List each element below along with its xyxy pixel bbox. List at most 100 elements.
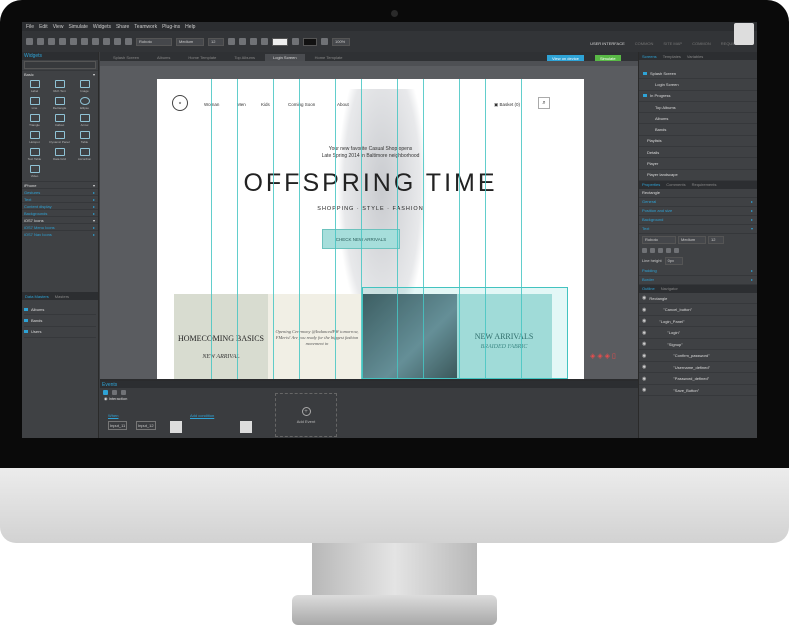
nav-men[interactable]: Men (237, 102, 246, 107)
menu-help[interactable]: Help (185, 24, 195, 30)
outline-login[interactable]: ◉ "Login" (639, 327, 757, 339)
prop-font-select[interactable]: Roboto (642, 235, 676, 244)
category-text[interactable]: Text ▸ (22, 195, 98, 202)
crop-icon[interactable] (125, 38, 132, 45)
italic-icon[interactable] (650, 247, 655, 253)
menu-simulate[interactable]: Simulate (68, 24, 87, 30)
input-11-chip[interactable]: Input_11 (108, 421, 128, 430)
tab-requirements[interactable]: Requirements (692, 182, 717, 187)
tab-templates[interactable]: Templates (663, 54, 681, 59)
category-iphone[interactable]: iPhone ▾ (22, 181, 98, 188)
nav-kids[interactable]: Kids (261, 102, 270, 107)
quote-panel[interactable]: Opening Ceremony @IndancedFW tomorrow, F… (268, 294, 362, 379)
screen-top-albums[interactable]: Top Albums (639, 102, 757, 114)
outline-cancel-button[interactable]: ◉ "Cancel_button" (639, 304, 757, 316)
design-page[interactable]: ✿ Woman Men Kids Coming Soon About ▣ Bas… (157, 79, 584, 379)
redo-icon[interactable] (70, 38, 77, 45)
widget-image[interactable]: Image (72, 80, 97, 93)
add-condition-link[interactable]: Add condition (190, 413, 214, 418)
screen-in-progress[interactable]: In Progress (639, 91, 757, 102)
widget-triangle[interactable]: Triangle (22, 114, 47, 127)
widget-hotspot[interactable]: Hotspot (22, 131, 47, 144)
menu-share[interactable]: Share (116, 24, 129, 30)
tab-comments[interactable]: Comments (666, 182, 685, 187)
underline-icon[interactable] (250, 38, 257, 45)
widget-accordion[interactable]: Accordion (72, 148, 97, 161)
category-backgrounds[interactable]: Backgrounds ▸ (22, 209, 98, 216)
category-ios7-nav-icons[interactable]: iOS7 Nav Icons ▸ (22, 230, 98, 237)
outline-password-defined[interactable]: ◉ "Password_defined" (639, 373, 757, 385)
widget-callout[interactable]: Callout (47, 114, 72, 127)
basic-category[interactable]: Basic ▾ (22, 70, 98, 77)
when-link[interactable]: When (108, 413, 118, 418)
category-ios7-icons[interactable]: iOS7 Icons ▾ (22, 216, 98, 223)
doc-tab-login-screen[interactable]: Login Screen (265, 54, 305, 61)
screen-playlists[interactable]: Playlists (639, 136, 757, 148)
search-icon[interactable]: ⌕ (538, 97, 550, 109)
widget-dynamic-panel[interactable]: Dynamic Panel (47, 131, 72, 144)
category-content-display[interactable]: Content display ▸ (22, 202, 98, 209)
align-icon[interactable] (261, 38, 268, 45)
action-icon[interactable] (170, 421, 182, 433)
nav-about[interactable]: About (337, 102, 349, 107)
widget-rich-text[interactable]: Rich Text (47, 80, 72, 93)
action-icon[interactable] (240, 421, 252, 433)
data-item-users[interactable]: Users (24, 327, 96, 338)
bold-icon[interactable] (228, 38, 235, 45)
align-right-icon[interactable] (674, 247, 679, 253)
menu-view[interactable]: View (53, 24, 64, 30)
italic-icon[interactable] (239, 38, 246, 45)
shadow-icon[interactable] (321, 38, 328, 45)
prop-background[interactable]: Background ▸ (639, 216, 757, 225)
avatar[interactable] (734, 23, 754, 45)
cut-icon[interactable] (81, 38, 88, 45)
device-rotate-icons[interactable]: ◈ ◈ ◈ ▯ (590, 352, 616, 360)
add-event-button[interactable]: + Add Event (275, 393, 337, 437)
screen-splash[interactable]: Splash Screen (639, 68, 757, 80)
tab-masters[interactable]: Masters (55, 294, 69, 299)
prop-padding[interactable]: Padding ▸ (639, 267, 757, 276)
zoom-select[interactable]: 100% (332, 37, 350, 46)
prop-size-select[interactable]: 12 (708, 235, 724, 244)
basket-link[interactable]: ▣ Basket (0) (494, 102, 520, 108)
doc-tab-splash[interactable]: Splash Screen (105, 54, 147, 61)
data-item-albums[interactable]: Albums (24, 304, 96, 316)
widget-label[interactable]: Label (22, 80, 47, 93)
outline-confirm-password[interactable]: ◉ "Confirm_password" (639, 350, 757, 362)
widget-table[interactable]: Table (72, 131, 97, 144)
outline-login-panel[interactable]: ◉ "Login_Panel" (639, 316, 757, 328)
prop-position-size[interactable]: Position and size ▸ (639, 207, 757, 216)
doc-tab-home-template-2[interactable]: Home Template (307, 54, 351, 61)
pen-icon[interactable] (292, 38, 299, 45)
delete-interaction-icon[interactable] (121, 389, 126, 395)
stroke-color[interactable] (303, 37, 317, 46)
prop-general[interactable]: General ▸ (639, 198, 757, 207)
screen-details[interactable]: Details (639, 147, 757, 159)
tab-variables[interactable]: Variables (687, 54, 703, 59)
widget-arrow[interactable]: Arrow (72, 114, 97, 127)
fill-color[interactable] (272, 37, 288, 46)
tab-screens[interactable]: Screens (642, 54, 657, 59)
bold-icon[interactable] (642, 247, 647, 253)
widget-video[interactable]: Video (22, 165, 47, 178)
tab-data-masters[interactable]: Data Masters (25, 294, 49, 299)
category-gestures[interactable]: Gestures ▸ (22, 188, 98, 195)
undo-icon[interactable] (59, 38, 66, 45)
copy-interaction-icon[interactable] (112, 389, 117, 395)
tab-common-2[interactable]: COMMON (692, 41, 711, 46)
tab-navigator[interactable]: Navigator (661, 286, 678, 291)
doc-tab-albums[interactable]: Albums (149, 54, 178, 61)
screen-player[interactable]: Player (639, 158, 757, 170)
menu-edit[interactable]: Edit (39, 24, 48, 30)
save-icon[interactable] (48, 38, 55, 45)
widget-line[interactable]: Line (22, 97, 47, 110)
align-center-icon[interactable] (666, 247, 671, 253)
widget-ellipse[interactable]: Ellipse (72, 97, 97, 110)
weight-select[interactable]: Medium (176, 37, 204, 46)
menu-plugins[interactable]: Plug-ins (162, 24, 180, 30)
add-interaction-icon[interactable] (103, 389, 108, 395)
tab-outline[interactable]: Outline (642, 286, 655, 291)
doc-tab-home-template[interactable]: Home Template (180, 54, 224, 61)
menu-teamwork[interactable]: Teamwork (134, 24, 157, 30)
nav-coming-soon[interactable]: Coming Soon (288, 102, 315, 107)
